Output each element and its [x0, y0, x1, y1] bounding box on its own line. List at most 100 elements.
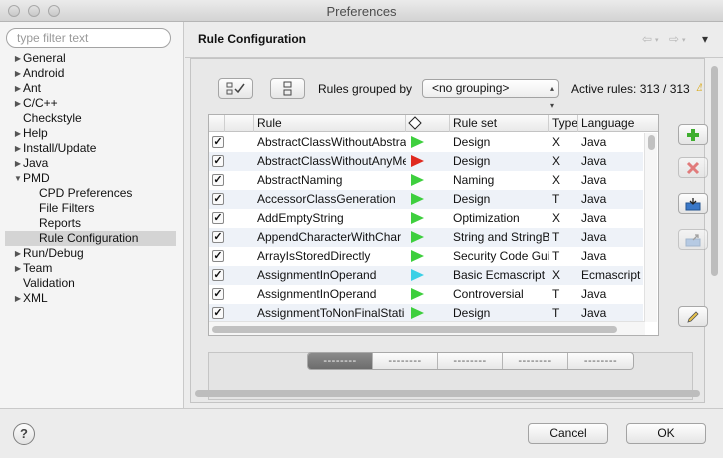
- pencil-icon: [687, 311, 699, 323]
- table-row[interactable]: ✓ AbstractClassWithoutAnyMe Design X Java: [209, 152, 643, 171]
- rule-enabled-checkbox[interactable]: ✓: [212, 250, 224, 262]
- table-row[interactable]: ✓ AccessorClassGeneration Design T Java: [209, 190, 643, 209]
- table-row[interactable]: ✓ AppendCharacterWithChar String and Strin…: [209, 228, 643, 247]
- import-rules-button[interactable]: [678, 193, 708, 214]
- page-horizontal-scrollbar[interactable]: [195, 390, 700, 398]
- cell-type: X: [552, 173, 561, 187]
- tree-item[interactable]: ▶ Ant: [0, 81, 184, 96]
- back-dropdown-icon[interactable]: ▾: [655, 36, 659, 44]
- table-row[interactable]: ✓ AssignmentInOperand Basic Ecmascript X Ecm…: [209, 266, 643, 285]
- tree-item[interactable]: ▶ Team: [0, 261, 184, 276]
- cell-language: Java: [581, 230, 607, 244]
- table-horizontal-scrollbar[interactable]: [209, 321, 645, 335]
- rule-configuration-content: Rules grouped by <no grouping> ▴ ▾ Active…: [190, 58, 708, 403]
- scroll-thumb[interactable]: [711, 66, 718, 276]
- scroll-thumb[interactable]: [195, 390, 700, 397]
- tree-item[interactable]: ▶ Java: [0, 156, 184, 171]
- cell-language: Java: [581, 249, 607, 263]
- rule-enabled-checkbox[interactable]: ✓: [212, 231, 224, 243]
- back-arrow-icon[interactable]: ⇦: [642, 32, 652, 46]
- edit-rule-button[interactable]: [678, 306, 708, 327]
- tree-item[interactable]: ▶ XML: [0, 291, 184, 306]
- tree-item[interactable]: Reports: [0, 216, 184, 231]
- cell-language: Ecmascript: [581, 268, 641, 282]
- tree-item[interactable]: ▼ PMD: [0, 171, 184, 186]
- scroll-thumb[interactable]: [648, 135, 655, 150]
- tree-collapsed-arrow-icon[interactable]: ▶: [13, 81, 23, 96]
- rule-enabled-checkbox[interactable]: ✓: [212, 288, 224, 300]
- tree-collapsed-arrow-icon[interactable]: ▶: [13, 141, 23, 156]
- tree-item[interactable]: File Filters: [0, 201, 184, 216]
- rule-detail-tab[interactable]: --------: [308, 353, 373, 369]
- table-row[interactable]: ✓ ArrayIsStoredDirectly Security Code Gui T…: [209, 247, 643, 266]
- view-menu-icon[interactable]: ▾: [702, 32, 708, 46]
- table-row[interactable]: ✓ AddEmptyString Optimization X Java: [209, 209, 643, 228]
- help-button[interactable]: ?: [13, 423, 35, 445]
- scroll-thumb[interactable]: [212, 326, 617, 333]
- tree-item[interactable]: Rule Configuration: [5, 231, 176, 246]
- tree-item-label: PMD: [23, 171, 50, 185]
- rule-detail-tab[interactable]: --------: [373, 353, 438, 369]
- column-header-type[interactable]: Type: [549, 115, 578, 132]
- rule-enabled-checkbox[interactable]: ✓: [212, 212, 224, 224]
- tree-item[interactable]: Validation: [0, 276, 184, 291]
- cell-type: T: [552, 230, 560, 244]
- remove-rule-button[interactable]: [678, 157, 708, 178]
- cancel-button[interactable]: Cancel: [528, 423, 608, 444]
- column-header-priority[interactable]: [406, 115, 450, 132]
- warning-icon: ⚠: [696, 82, 702, 92]
- rule-enabled-checkbox[interactable]: ✓: [212, 307, 224, 319]
- rule-detail-tab[interactable]: --------: [503, 353, 568, 369]
- tree-collapsed-arrow-icon[interactable]: ▶: [13, 246, 23, 261]
- tree-item[interactable]: ▶ C/C++: [0, 96, 184, 111]
- tree-collapsed-arrow-icon[interactable]: ▶: [13, 66, 23, 81]
- tree-item[interactable]: CPD Preferences: [0, 186, 184, 201]
- column-header-rule[interactable]: Rule: [254, 115, 406, 132]
- rule-configuration-page: Rule Configuration ⇦ ▾ ⇨ ▾ ▾ Rules group…: [185, 22, 723, 408]
- tree-item[interactable]: ▶ Install/Update: [0, 141, 184, 156]
- tree-collapsed-arrow-icon[interactable]: ▶: [13, 96, 23, 111]
- grouping-select[interactable]: <no grouping> ▴ ▾: [422, 79, 559, 110]
- column-header-ruleset[interactable]: Rule set: [450, 115, 549, 132]
- ok-button[interactable]: OK: [626, 423, 706, 444]
- rule-detail-tab[interactable]: --------: [438, 353, 503, 369]
- tree-collapsed-arrow-icon[interactable]: ▶: [13, 261, 23, 276]
- tree-collapsed-arrow-icon[interactable]: ▶: [13, 156, 23, 171]
- column-header-check[interactable]: [209, 115, 225, 132]
- column-header-language[interactable]: Language: [578, 115, 658, 132]
- tree-collapsed-arrow-icon[interactable]: ▶: [13, 51, 23, 66]
- tree-item[interactable]: ▶ Run/Debug: [0, 246, 184, 261]
- priority-flag-icon: [411, 212, 424, 224]
- cell-type: X: [552, 211, 561, 225]
- tree-expanded-arrow-icon[interactable]: ▼: [13, 171, 23, 186]
- expand-collapse-button[interactable]: [270, 78, 305, 99]
- tree-item[interactable]: Checkstyle: [0, 111, 184, 126]
- table-row[interactable]: ✓ AbstractNaming Naming X Java: [209, 171, 643, 190]
- rule-enabled-checkbox[interactable]: ✓: [212, 174, 224, 186]
- rule-detail-tab[interactable]: --------: [568, 353, 633, 369]
- tree-collapsed-arrow-icon[interactable]: ▶: [13, 291, 23, 306]
- rule-enabled-checkbox[interactable]: ✓: [212, 269, 224, 281]
- filter-field[interactable]: [6, 28, 171, 48]
- table-row[interactable]: ✓ AssignmentInOperand Controversial T Java: [209, 285, 643, 304]
- rule-enabled-checkbox[interactable]: ✓: [212, 136, 224, 148]
- priority-flag-icon: [411, 193, 424, 205]
- grouped-by-label: Rules grouped by: [318, 82, 413, 96]
- page-vertical-scrollbar[interactable]: [707, 58, 721, 403]
- column-header-blank[interactable]: [225, 115, 254, 132]
- check-all-button[interactable]: [218, 78, 253, 99]
- forward-arrow-icon[interactable]: ⇨: [669, 32, 679, 46]
- rule-enabled-checkbox[interactable]: ✓: [212, 155, 224, 167]
- table-row[interactable]: ✓ AbstractClassWithoutAbstra Design X Java: [209, 133, 643, 152]
- filter-input[interactable]: [17, 31, 167, 45]
- forward-dropdown-icon[interactable]: ▾: [682, 36, 686, 44]
- export-icon: [685, 234, 701, 247]
- tree-item[interactable]: ▶ General: [0, 51, 184, 66]
- export-rules-button[interactable]: [678, 229, 708, 250]
- rule-enabled-checkbox[interactable]: ✓: [212, 193, 224, 205]
- add-rule-button[interactable]: [678, 124, 708, 145]
- tree-item[interactable]: ▶ Android: [0, 66, 184, 81]
- tree-item[interactable]: ▶ Help: [0, 126, 184, 141]
- tree-collapsed-arrow-icon[interactable]: ▶: [13, 126, 23, 141]
- table-vertical-scrollbar[interactable]: [644, 133, 657, 322]
